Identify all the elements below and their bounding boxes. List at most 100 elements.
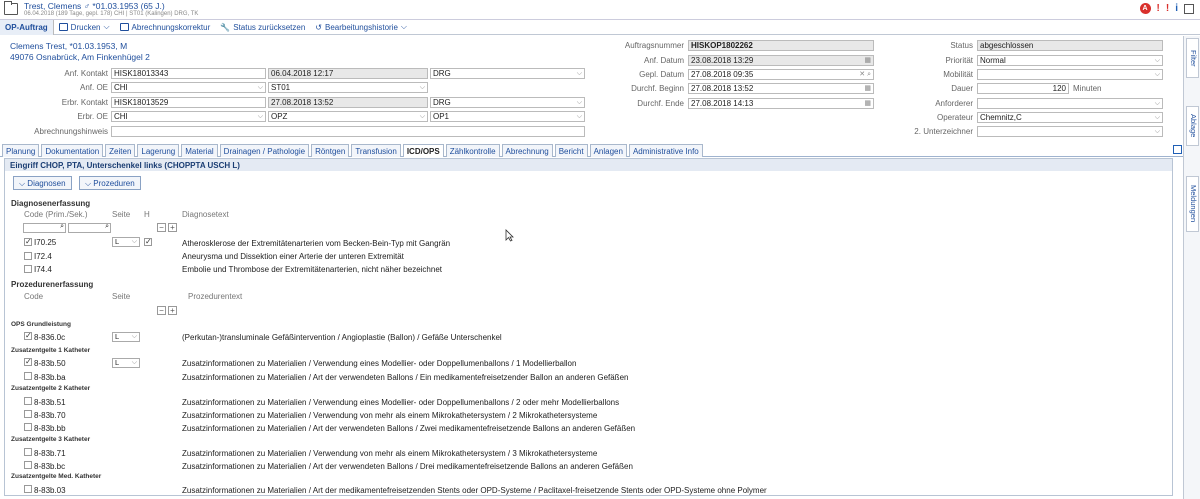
erbr-drg-value: DRG (433, 98, 451, 107)
proz-checkbox[interactable] (24, 372, 32, 380)
diag-h-checkbox[interactable]: ✓ (144, 238, 152, 246)
expand-icon[interactable] (1173, 145, 1182, 154)
proz-seite-select[interactable]: L (112, 332, 140, 342)
group-label: Zusatzentgelte 3 Katheter (11, 436, 91, 443)
proz-text: Zusatzinformationen zu Materialien / Ver… (182, 449, 598, 458)
info-icon[interactable]: i (1175, 3, 1178, 14)
anf-oe-label: Anf. OE (79, 83, 108, 92)
auftrag-label: Auftragsnummer (624, 41, 684, 50)
proz-text: Zusatzinformationen zu Materialien / Art… (182, 373, 629, 382)
diag-text: Atherosklerose der Extremitätenarterien … (182, 239, 451, 248)
op-auftrag-button[interactable]: OP-Auftrag (0, 19, 54, 35)
alert-a-icon[interactable]: A (1139, 3, 1151, 14)
tab-anlagen[interactable]: Anlagen (589, 144, 627, 157)
history-button[interactable]: ↺ Bearbeitungshistorie ⌵ (310, 20, 412, 35)
filter-tab[interactable]: Filter (1186, 38, 1199, 78)
proz-code: 8-83b.50 (34, 359, 66, 368)
code-filter-input-2[interactable]: ⌕ (68, 223, 111, 233)
col-seite: Seite (112, 210, 131, 219)
anf-oe-select[interactable]: CHI ⌵ (111, 82, 266, 93)
status-reset-button[interactable]: 🔧 Status zurücksetzen (215, 20, 310, 35)
tab-planung[interactable]: Planung (2, 144, 40, 157)
tab-admin-info[interactable]: Administrative Info (628, 144, 703, 157)
tab-material[interactable]: Material (181, 144, 218, 157)
tab-drainagen[interactable]: Drainagen / Pathologie (219, 144, 310, 157)
tab-dokumentation[interactable]: Dokumentation (41, 144, 104, 157)
tab-zaehlkontrolle[interactable]: Zählkontrolle (445, 144, 500, 157)
diag-checkbox[interactable] (24, 265, 32, 273)
unterzeichner-label: 2. Unterzeichner (914, 127, 973, 136)
diag-checkbox[interactable] (24, 252, 32, 260)
calendar-icon[interactable] (1184, 3, 1194, 14)
patient-header: Trest, Clemens ♂ *01.03.1953 (65 J.) 06.… (0, 0, 1200, 20)
operateur-select[interactable]: Chemnitz,C ⌵ (977, 112, 1163, 123)
durchf-beginn-field[interactable]: 27.08.2018 13:52 ▦ (688, 83, 874, 94)
dauer-field[interactable]: 120 (977, 83, 1069, 94)
mobilitaet-select[interactable]: ⌵ (977, 69, 1163, 80)
remove-row-button[interactable]: − (157, 223, 166, 232)
tab-abrechnung[interactable]: Abrechnung (501, 144, 553, 157)
tab-zeiten[interactable]: Zeiten (105, 144, 136, 157)
patient-name[interactable]: Trest, Clemens ♂ *01.03.1953 (65 J.) (24, 1, 165, 11)
proz-checkbox[interactable] (24, 485, 32, 493)
abrechnungshinweis-field[interactable] (111, 126, 585, 137)
abrechnungskorrektur-button[interactable]: Abrechnungskorrektur (115, 20, 216, 35)
diag-seite-value: L (115, 237, 120, 246)
toolbar: OP-Auftrag Drucken ⌵ Abrechnungskorrektu… (0, 19, 1200, 35)
operateur-value: Chemnitz,C (980, 113, 1022, 122)
anf-date-field: 06.04.2018 12:17 (268, 68, 428, 79)
diagnosen-button[interactable]: ⌵ Diagnosen (13, 176, 72, 190)
proz-checkbox[interactable]: ✓ (24, 332, 32, 340)
anforderer-select[interactable]: ⌵ (977, 98, 1163, 109)
anf-st-select[interactable]: ST01 ⌵ (268, 82, 428, 93)
proz-text: (Perkutan-)transluminale Gefäßinterventi… (182, 333, 502, 342)
folder-icon[interactable] (4, 1, 18, 15)
prozeduren-button[interactable]: ⌵ Prozeduren (79, 176, 141, 190)
prioritaet-select[interactable]: Normal ⌵ (977, 55, 1163, 66)
print-button[interactable]: Drucken ⌵ (54, 20, 115, 35)
durchf-beginn-label: Durchf. Beginn (631, 84, 684, 93)
prozeduren-label: Prozeduren (93, 179, 135, 188)
erbr-op1-select[interactable]: OP1 ⌵ (430, 111, 585, 122)
erbr-kontakt-field[interactable]: HISK18013529 (111, 97, 266, 108)
proz-checkbox[interactable] (24, 410, 32, 418)
tab-transfusion[interactable]: Transfusion (351, 144, 401, 157)
tab-icd-ops[interactable]: ICD/OPS (402, 144, 444, 157)
code-filter-input[interactable]: ⌕ (23, 223, 66, 233)
patient-line: Clemens Trest, *01.03.1953, M (10, 41, 128, 51)
diag-code: I72.4 (34, 252, 52, 261)
proz-seite-select[interactable]: L (112, 358, 140, 368)
anf-kontakt-field[interactable]: HISK18013343 (111, 68, 266, 79)
unterzeichner-select[interactable]: ⌵ (977, 126, 1163, 137)
remove-proz-button[interactable]: − (157, 306, 166, 315)
tab-bericht[interactable]: Bericht (554, 144, 588, 157)
gepl-datum-field[interactable]: 27.08.2018 09:35 ✕ ⌕ (688, 69, 874, 80)
erbr-drg-select[interactable]: DRG ⌵ (430, 97, 585, 108)
warning-icon[interactable]: ! (1157, 3, 1160, 14)
proz-checkbox[interactable] (24, 423, 32, 431)
proz-checkbox[interactable] (24, 461, 32, 469)
status-label: Status (950, 41, 973, 50)
erbr-oe-select[interactable]: CHI ⌵ (111, 111, 266, 122)
meldungen-tab[interactable]: Meldungen (1186, 176, 1199, 232)
add-row-button[interactable]: + (168, 223, 177, 232)
add-proz-button[interactable]: + (168, 306, 177, 315)
diag-checkbox[interactable]: ✓ (24, 238, 32, 246)
proz-text: Zusatzinformationen zu Materialien / Art… (182, 486, 767, 495)
proz-seite-value: L (115, 358, 120, 367)
reset-label: Status zurücksetzen (233, 22, 306, 32)
ablage-tab[interactable]: Ablage (1186, 106, 1199, 146)
proz-checkbox[interactable]: ✓ (24, 358, 32, 366)
warning-icon-2[interactable]: ! (1166, 3, 1169, 14)
anf-drg-select[interactable]: DRG ⌵ (430, 68, 585, 79)
tab-lagerung[interactable]: Lagerung (137, 144, 180, 157)
tab-roentgen[interactable]: Röntgen (311, 144, 350, 157)
erbr-kontakt-label: Erbr. Kontakt (61, 98, 108, 107)
proz-checkbox[interactable] (24, 397, 32, 405)
proz-checkbox[interactable] (24, 448, 32, 456)
proz-code: 8-83b.71 (34, 449, 66, 458)
diag-seite-select[interactable]: L (112, 237, 140, 247)
group-label: OPS Grundleistung (11, 321, 71, 328)
erbr-opz-select[interactable]: OPZ ⌵ (268, 111, 428, 122)
durchf-ende-field[interactable]: 27.08.2018 14:13 ▦ (688, 98, 874, 109)
